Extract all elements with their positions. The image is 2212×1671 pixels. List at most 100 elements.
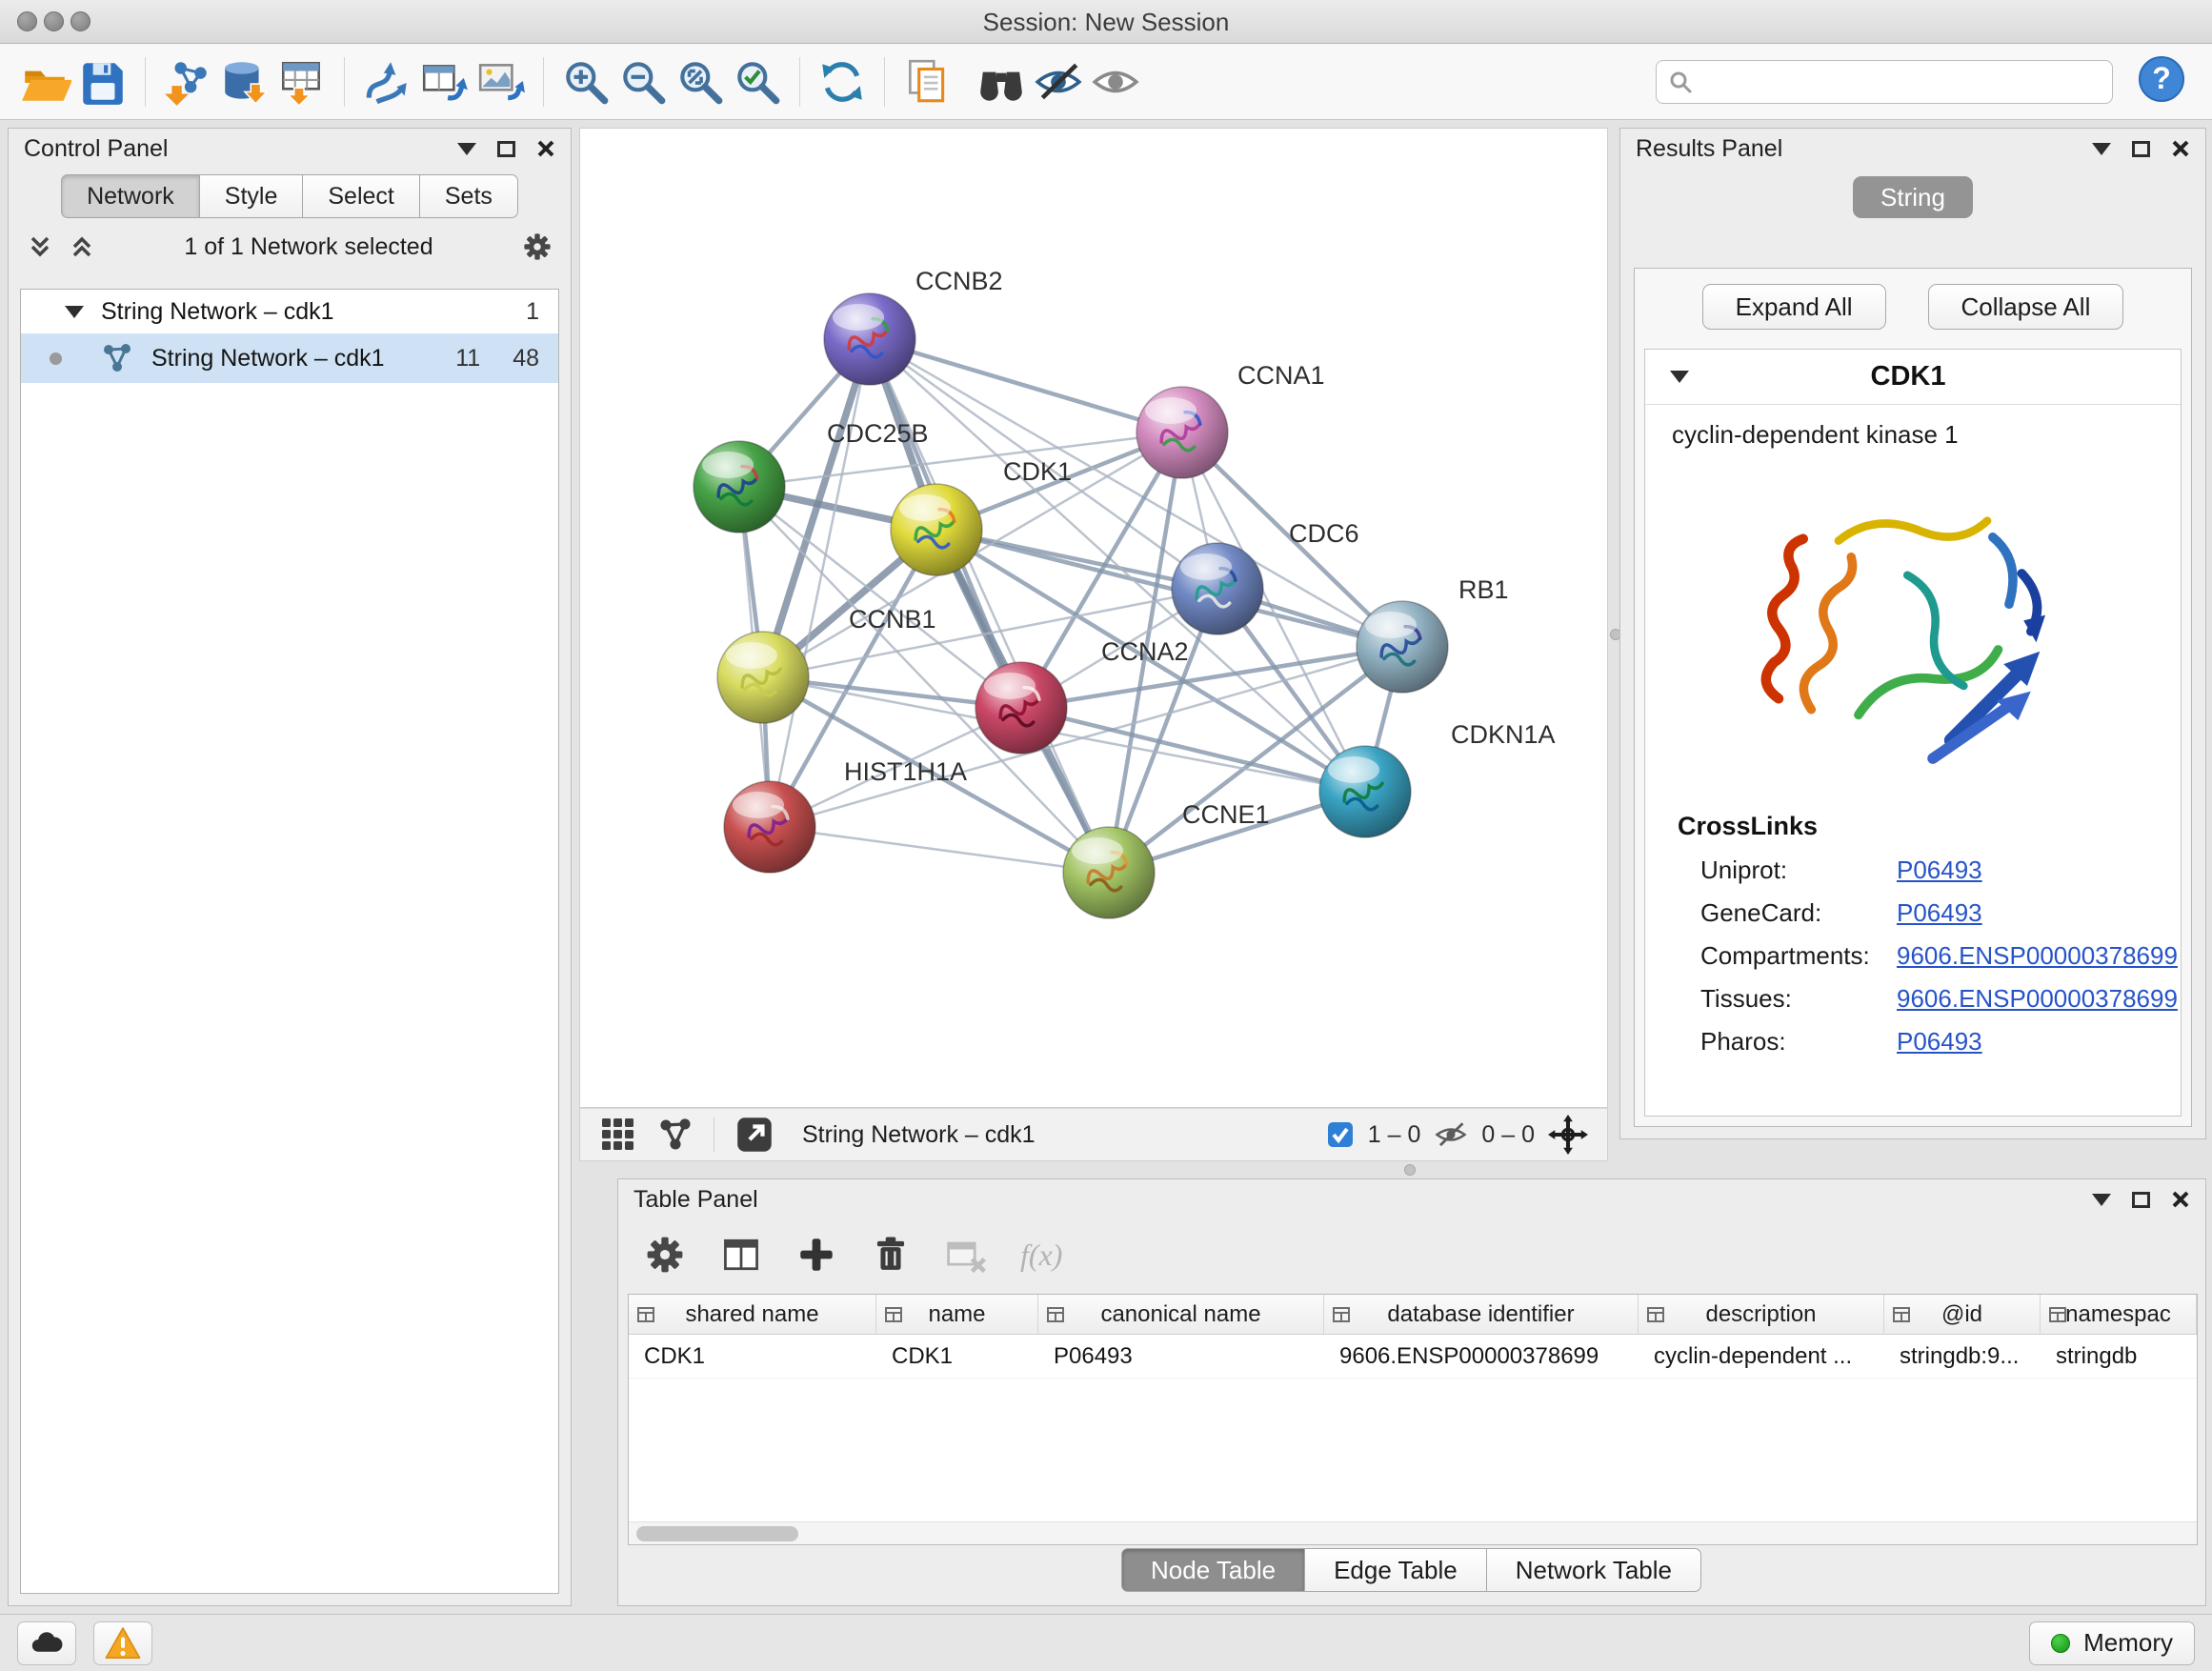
crosslink-value-link[interactable]: P06493 — [1897, 1027, 1982, 1057]
column-header-shared-name[interactable]: shared name — [629, 1295, 876, 1334]
network-node-cdkn1a[interactable] — [1319, 746, 1411, 837]
splitter-handle[interactable] — [1404, 1164, 1416, 1176]
delete-column-trash-icon[interactable] — [870, 1234, 912, 1276]
memory-button[interactable]: Memory — [2029, 1621, 2195, 1665]
hidden-eye-slash-icon[interactable] — [1434, 1117, 1468, 1152]
help-button[interactable]: ? — [2137, 54, 2186, 109]
export-image-button[interactable] — [473, 53, 530, 111]
new-network-from-table-button[interactable] — [415, 53, 473, 111]
fit-content-crosshair-icon[interactable] — [1548, 1115, 1588, 1155]
tab-string[interactable]: String — [1853, 176, 1973, 218]
clear-table-icon-disabled — [944, 1233, 988, 1277]
function-builder-icon: f(x) — [1020, 1238, 1062, 1273]
table-settings-gear-icon[interactable] — [643, 1233, 687, 1277]
panel-float-icon[interactable] — [2132, 141, 2150, 157]
export-view-icon[interactable] — [734, 1114, 775, 1156]
import-network-database-button[interactable] — [216, 53, 273, 111]
selected-checkbox-icon[interactable] — [1326, 1120, 1355, 1149]
search-input[interactable] — [1702, 69, 2101, 95]
network-node-rb1[interactable] — [1357, 601, 1448, 693]
panel-close-icon[interactable] — [2171, 139, 2190, 158]
crosslink-value-link[interactable]: 9606.ENSP00000378699 — [1897, 984, 2178, 1014]
zoom-out-icon — [617, 56, 669, 108]
show-columns-icon[interactable] — [719, 1233, 763, 1277]
horizontal-scrollbar[interactable] — [629, 1521, 2197, 1544]
network-canvas[interactable]: CCNB2CCNA1CDC25BCDK1CDC6RB1CCNB1CCNA2CDK… — [579, 128, 1608, 1108]
network-node-cdc6[interactable] — [1172, 543, 1263, 634]
network-node-ccna1[interactable] — [1136, 387, 1228, 478]
column-header-namespac[interactable]: namespac — [2041, 1295, 2197, 1334]
network-row-selected[interactable]: String Network – cdk1 11 48 — [21, 333, 558, 383]
save-session-button[interactable] — [74, 53, 131, 111]
crosslink-value-link[interactable]: P06493 — [1897, 898, 1982, 928]
apply-layout-button[interactable] — [358, 53, 415, 111]
copy-button[interactable] — [898, 53, 955, 111]
open-session-button[interactable] — [17, 53, 74, 111]
window-zoom-button[interactable] — [70, 11, 90, 31]
add-column-plus-icon[interactable] — [795, 1234, 837, 1276]
zoom-out-button[interactable] — [614, 53, 672, 111]
network-collection-row[interactable]: String Network – cdk1 1 — [21, 290, 558, 333]
gear-icon[interactable] — [521, 231, 553, 263]
tab-sets[interactable]: Sets — [419, 174, 518, 218]
panel-collapse-icon[interactable] — [2092, 1194, 2111, 1206]
window-minimize-button[interactable] — [44, 11, 64, 31]
binoculars-icon — [975, 56, 1027, 108]
zoom-fit-button[interactable] — [672, 53, 729, 111]
crosslink-value-link[interactable]: 9606.ENSP00000378699 — [1897, 941, 2178, 971]
tab-select[interactable]: Select — [302, 174, 419, 218]
birds-eye-view-icon[interactable] — [599, 1116, 637, 1154]
network-node-ccnb1[interactable] — [717, 632, 809, 723]
tree-disclosure-icon[interactable] — [65, 306, 84, 318]
eye-slash-icon — [1033, 56, 1084, 108]
column-header--id[interactable]: @id — [1884, 1295, 2041, 1334]
string-network-graph[interactable]: CCNB2CCNA1CDC25BCDK1CDC6RB1CCNB1CCNA2CDK… — [580, 129, 1607, 1107]
panel-float-icon[interactable] — [2132, 1192, 2150, 1208]
zoom-selected-button[interactable] — [729, 53, 786, 111]
search-box[interactable] — [1656, 60, 2113, 104]
panel-collapse-icon[interactable] — [457, 143, 476, 155]
tab-node-table[interactable]: Node Table — [1121, 1548, 1305, 1592]
collapse-all-icon[interactable] — [26, 232, 54, 261]
edge-count: 48 — [513, 345, 539, 372]
network-node-hist1h1a[interactable] — [724, 781, 815, 873]
show-all-button[interactable] — [1087, 53, 1144, 111]
column-header-name[interactable]: name — [876, 1295, 1038, 1334]
tab-edge-table[interactable]: Edge Table — [1304, 1548, 1487, 1592]
tab-style[interactable]: Style — [199, 174, 304, 218]
import-table-button[interactable] — [273, 53, 331, 111]
find-button[interactable] — [973, 53, 1030, 111]
panel-collapse-icon[interactable] — [2092, 143, 2111, 155]
tab-network[interactable]: Network — [61, 174, 200, 218]
share-network-icon[interactable] — [656, 1116, 694, 1154]
zoom-in-button[interactable] — [557, 53, 614, 111]
panel-float-icon[interactable] — [497, 141, 515, 157]
scrollbar-thumb[interactable] — [636, 1526, 798, 1541]
network-node-ccne1[interactable] — [1063, 827, 1155, 918]
column-header-description[interactable]: description — [1639, 1295, 1884, 1334]
network-node-ccna2[interactable] — [975, 662, 1067, 754]
network-node-ccnb2[interactable] — [824, 293, 915, 385]
window-close-button[interactable] — [17, 11, 37, 31]
import-network-file-button[interactable] — [159, 53, 216, 111]
column-header-canonical-name[interactable]: canonical name — [1038, 1295, 1324, 1334]
card-disclosure-icon[interactable] — [1670, 371, 1689, 383]
panel-close-icon[interactable] — [2171, 1190, 2190, 1209]
tab-network-table[interactable]: Network Table — [1486, 1548, 1701, 1592]
network-node-cdc25b[interactable] — [694, 441, 785, 533]
help-icon: ? — [2137, 54, 2186, 104]
expand-all-button[interactable]: Expand All — [1702, 284, 1886, 330]
column-header-database-identifier[interactable]: database identifier — [1324, 1295, 1639, 1334]
protein-card: CDK1 cyclin-dependent kinase 1 — [1644, 349, 2182, 1117]
table-row[interactable]: CDK1CDK1P064939606.ENSP00000378699cyclin… — [629, 1335, 2197, 1379]
refresh-button[interactable] — [814, 53, 871, 111]
hide-selected-button[interactable] — [1030, 53, 1087, 111]
warnings-button[interactable] — [93, 1621, 152, 1665]
cloud-status-button[interactable] — [17, 1621, 76, 1665]
collapse-all-button[interactable]: Collapse All — [1928, 284, 2124, 330]
panel-close-icon[interactable] — [536, 139, 555, 158]
network-node-cdk1[interactable] — [891, 484, 982, 575]
protein-description: cyclin-dependent kinase 1 — [1645, 405, 2181, 453]
expand-all-icon[interactable] — [68, 232, 96, 261]
crosslink-value-link[interactable]: P06493 — [1897, 856, 1982, 885]
